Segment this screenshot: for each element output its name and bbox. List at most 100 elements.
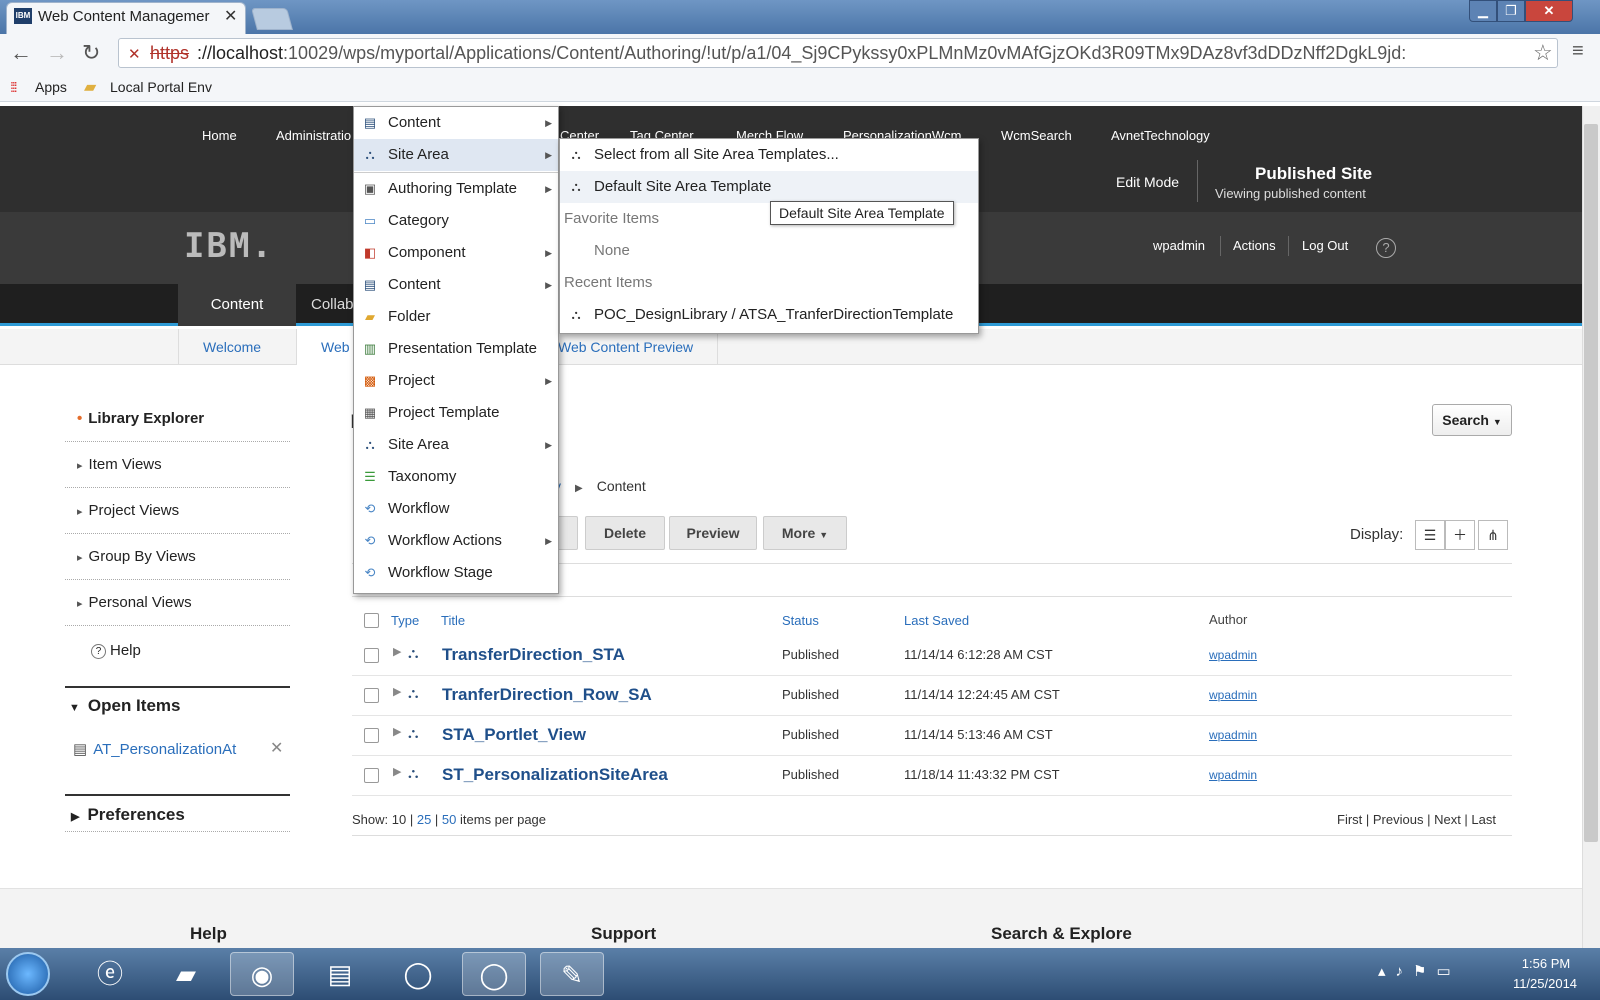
row-title[interactable]: TranferDirection_Row_SA bbox=[442, 685, 652, 705]
browser-menu-icon[interactable]: ≡ bbox=[1572, 40, 1584, 63]
page-size-10[interactable]: 10 bbox=[392, 812, 406, 827]
published-site-title[interactable]: Published Site bbox=[1255, 164, 1372, 184]
menu-item-category[interactable]: ▭ Category bbox=[354, 205, 558, 237]
bookmark-local-portal-env[interactable]: Local Portal Env bbox=[110, 79, 212, 95]
list-view-icon[interactable]: ☰ bbox=[1415, 520, 1445, 550]
document-app-icon[interactable]: ▤ bbox=[308, 952, 372, 996]
sidebar-personal-views[interactable]: Personal Views bbox=[65, 580, 290, 626]
column-header-type[interactable]: Type bbox=[391, 613, 419, 628]
subnav-welcome[interactable]: Welcome bbox=[178, 329, 285, 365]
menu-item-content-2[interactable]: ▤ Content ▶ bbox=[354, 269, 558, 301]
new-button-fragment[interactable] bbox=[556, 516, 578, 550]
window-maximize-button[interactable]: ❐ bbox=[1497, 0, 1525, 22]
menu-item-project[interactable]: ▩ Project ▶ bbox=[354, 365, 558, 397]
file-explorer-icon[interactable]: ▰ bbox=[154, 952, 218, 996]
pager-first[interactable]: First bbox=[1337, 812, 1362, 827]
row-author[interactable]: wpadmin bbox=[1209, 768, 1257, 782]
start-button[interactable] bbox=[6, 952, 50, 996]
grid-view-icon[interactable]: ＋ bbox=[1445, 520, 1475, 550]
menu-item-content[interactable]: ▤ Content ▶ bbox=[354, 107, 558, 139]
logout-link[interactable]: Log Out bbox=[1302, 238, 1348, 253]
bookmark-star-icon[interactable]: ☆ bbox=[1533, 40, 1553, 66]
sidebar-project-views[interactable]: Project Views bbox=[65, 488, 290, 534]
tree-view-icon[interactable]: ⋔ bbox=[1478, 520, 1508, 550]
expand-triangle-icon[interactable]: ▶ bbox=[393, 765, 401, 778]
system-tray-icons[interactable]: ▴♪⚑▭ bbox=[1378, 962, 1461, 980]
preferences-header[interactable]: ▶ Preferences bbox=[65, 794, 290, 832]
topnav-administration[interactable]: Administratio bbox=[276, 128, 351, 143]
bookmark-apps[interactable]: Apps bbox=[35, 79, 67, 95]
menu-item-workflow-actions[interactable]: ⟲ Workflow Actions ▶ bbox=[354, 525, 558, 557]
row-checkbox[interactable] bbox=[364, 768, 379, 783]
delete-button[interactable]: Delete bbox=[585, 516, 665, 550]
expand-triangle-icon[interactable]: ▶ bbox=[393, 685, 401, 698]
back-arrow-icon[interactable]: ← bbox=[10, 40, 32, 66]
pager-previous[interactable]: Previous bbox=[1373, 812, 1424, 827]
menu-item-site-area[interactable]: ⛬ Site Area ▶ bbox=[354, 139, 558, 171]
open-item[interactable]: ▤ AT_PersonalizationAt bbox=[73, 740, 236, 758]
preview-button[interactable]: Preview bbox=[669, 516, 757, 550]
menu-item-workflow[interactable]: ⟲ Workflow bbox=[354, 493, 558, 525]
page-size-25[interactable]: 25 bbox=[417, 812, 431, 827]
column-header-last-saved[interactable]: Last Saved bbox=[904, 613, 969, 628]
menu-item-project-template[interactable]: ▦ Project Template bbox=[354, 397, 558, 429]
row-title[interactable]: STA_Portlet_View bbox=[442, 725, 586, 745]
row-author[interactable]: wpadmin bbox=[1209, 648, 1257, 662]
row-title[interactable]: TransferDirection_STA bbox=[442, 645, 625, 665]
notepad-app-icon[interactable]: ✎ bbox=[540, 952, 604, 996]
sidebar-group-by-views[interactable]: Group By Views bbox=[65, 534, 290, 580]
row-author[interactable]: wpadmin bbox=[1209, 688, 1257, 702]
new-tab-button[interactable] bbox=[251, 8, 293, 30]
topnav-home[interactable]: Home bbox=[202, 128, 237, 143]
search-button[interactable]: Search ▼ bbox=[1432, 404, 1512, 436]
window-close-button[interactable]: ✕ bbox=[1525, 0, 1573, 22]
tab-content[interactable]: Content bbox=[178, 284, 296, 326]
sidebar-help[interactable]: ? Help bbox=[65, 628, 290, 674]
menu-item-presentation-template[interactable]: ▥ Presentation Template bbox=[354, 333, 558, 365]
column-header-status[interactable]: Status bbox=[782, 613, 819, 628]
more-button[interactable]: More ▼ bbox=[763, 516, 847, 550]
clock-time[interactable]: 1:56 PM bbox=[1506, 956, 1586, 971]
app-ring-icon-2[interactable]: ◯ bbox=[462, 952, 526, 996]
row-checkbox[interactable] bbox=[364, 648, 379, 663]
actions-link[interactable]: Actions bbox=[1233, 238, 1276, 253]
row-author[interactable]: wpadmin bbox=[1209, 728, 1257, 742]
menu-item-workflow-stage[interactable]: ⟲ Workflow Stage bbox=[354, 557, 558, 589]
forward-arrow-icon[interactable]: → bbox=[46, 40, 68, 66]
tab-collaboration[interactable]: Collab bbox=[311, 296, 354, 313]
row-checkbox[interactable] bbox=[364, 688, 379, 703]
menu-item-taxonomy[interactable]: ☰ Taxonomy bbox=[354, 461, 558, 493]
submenu-default-site-area-template[interactable]: ⛬ Default Site Area Template bbox=[560, 171, 978, 203]
close-icon[interactable]: ✕ bbox=[270, 738, 283, 758]
tab-close-icon[interactable]: ✕ bbox=[224, 6, 237, 26]
topnav-wcmsearch[interactable]: WcmSearch bbox=[1001, 128, 1072, 143]
reload-icon[interactable]: ↻ bbox=[82, 40, 100, 66]
row-title[interactable]: ST_PersonalizationSiteArea bbox=[442, 765, 668, 785]
expand-triangle-icon[interactable]: ▶ bbox=[393, 725, 401, 738]
app-ring-icon[interactable]: ◯ bbox=[386, 952, 450, 996]
sidebar-library-explorer[interactable]: Library Explorer bbox=[65, 396, 290, 442]
clock-date[interactable]: 11/25/2014 bbox=[1500, 976, 1590, 991]
row-checkbox[interactable] bbox=[364, 728, 379, 743]
help-icon[interactable]: ? bbox=[1376, 238, 1396, 258]
menu-item-component[interactable]: ◧ Component ▶ bbox=[354, 237, 558, 269]
topnav-avnettechnology[interactable]: AvnetTechnology bbox=[1111, 128, 1210, 143]
expand-triangle-icon[interactable]: ▶ bbox=[393, 645, 401, 658]
select-all-checkbox[interactable] bbox=[364, 613, 379, 628]
menu-item-site-area-2[interactable]: ⛬ Site Area ▶ bbox=[354, 429, 558, 461]
user-name[interactable]: wpadmin bbox=[1153, 238, 1205, 253]
edit-mode-link[interactable]: Edit Mode bbox=[1116, 174, 1179, 190]
column-header-title[interactable]: Title bbox=[441, 613, 465, 628]
submenu-select-all-templates[interactable]: ⛬ Select from all Site Area Templates... bbox=[560, 139, 978, 171]
menu-item-authoring-template[interactable]: ▣ Authoring Template ▶ bbox=[354, 173, 558, 205]
scrollbar-thumb[interactable] bbox=[1584, 124, 1598, 842]
menu-item-folder[interactable]: ▰ Folder bbox=[354, 301, 558, 333]
submenu-recent-item[interactable]: ⛬ POC_DesignLibrary / ATSA_TranferDirecti… bbox=[560, 299, 978, 331]
pager-last[interactable]: Last bbox=[1471, 812, 1496, 827]
page-size-50[interactable]: 50 bbox=[442, 812, 456, 827]
window-minimize-button[interactable]: ▁ bbox=[1469, 0, 1497, 22]
subnav-web-content-preview[interactable]: Web Content Preview bbox=[533, 329, 719, 365]
chrome-icon[interactable]: ◉ bbox=[230, 952, 294, 996]
open-items-header[interactable]: ▼ Open Items bbox=[65, 686, 290, 722]
pager-next[interactable]: Next bbox=[1434, 812, 1461, 827]
